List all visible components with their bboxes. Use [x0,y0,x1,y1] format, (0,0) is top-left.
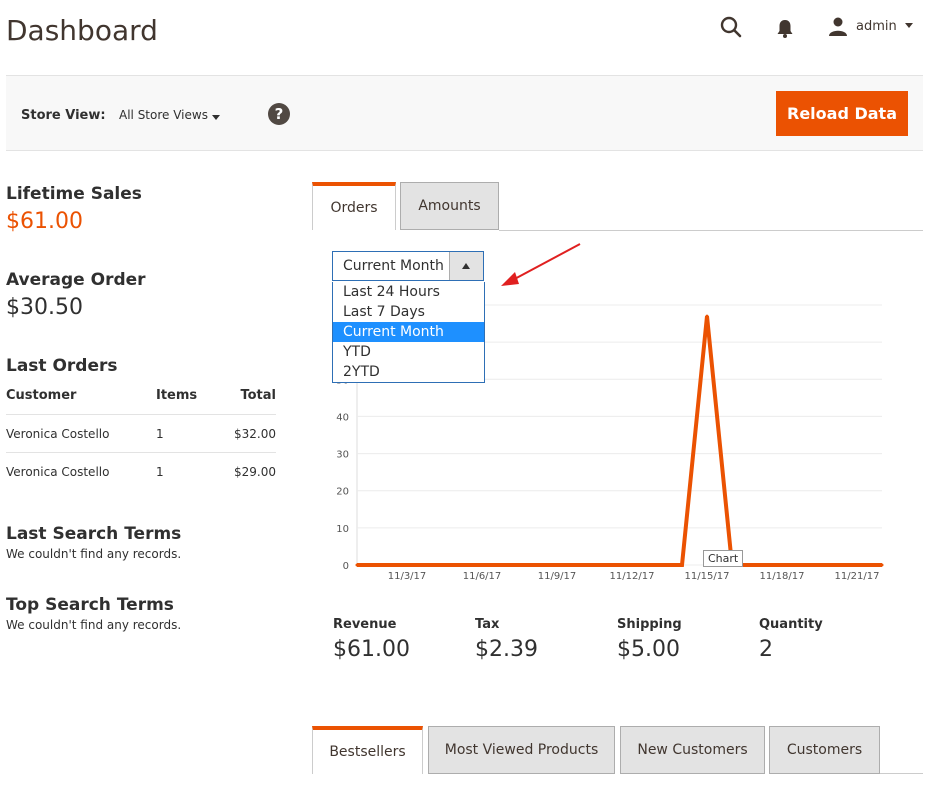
period-option[interactable]: Last 7 Days [333,302,484,322]
chart-data-point [630,563,634,567]
chart-x-tick-label: 11/18/17 [760,571,805,582]
order-customer: Veronica Costello [6,414,156,453]
chart-data-point [605,563,609,567]
tab-bestsellers[interactable]: Bestsellers [312,726,423,774]
period-option[interactable]: 2YTD [333,362,484,382]
totals-shipping-label: Shipping [617,617,682,632]
chart-data-point [580,563,584,567]
chart-data-point [480,563,484,567]
order-total: $32.00 [216,414,276,453]
tabs-divider [499,230,923,231]
order-items: 1 [156,464,164,479]
chart-data-point [505,563,509,567]
arrow-annotation [501,243,581,286]
totals-shipping-value: $5.00 [617,637,680,662]
last-search-terms-title: Last Search Terms [6,524,182,544]
top-search-terms-title: Top Search Terms [6,595,174,615]
period-select-toggle[interactable] [449,252,483,280]
order-items: 1 [156,414,216,453]
totals-quantity-label: Quantity [759,617,823,632]
chart-data-point [880,563,884,567]
chart-data-point [655,563,659,567]
chart-y-tick-label: 0 [343,561,349,572]
chart-data-point [455,563,459,567]
chart-data-point [780,563,784,567]
chart-data-point [405,563,409,567]
chart-data-point [830,563,834,567]
chart-data-point [855,563,859,567]
last-orders-title: Last Orders [6,356,118,376]
store-view-switcher[interactable]: All Store Views [119,108,208,122]
average-order-value: $30.50 [6,295,83,320]
last-search-empty: We couldn't find any records. [6,547,182,561]
chevron-up-icon [462,263,470,269]
period-option[interactable]: Last 24 Hours [333,282,484,302]
chart-x-tick-label: 11/6/17 [463,571,502,582]
chart-data-point [555,563,559,567]
tab-amounts[interactable]: Amounts [400,182,499,230]
chart-data-point [755,563,759,567]
chart-data-point [355,563,359,567]
chart-x-tick-label: 11/9/17 [538,571,577,582]
chart-y-tick-label: 20 [336,487,349,498]
reload-data-button[interactable]: Reload Data [776,91,908,136]
page-title: Dashboard [6,14,158,47]
tab-most-viewed-products[interactable]: Most Viewed Products [428,726,615,774]
admin-username: admin [856,18,897,34]
totals-revenue-value: $61.00 [333,637,410,662]
tab-customers[interactable]: Customers [769,726,880,774]
admin-user-menu[interactable]: admin [828,16,913,36]
chart-y-tick-label: 10 [336,524,349,535]
chevron-down-icon[interactable] [212,115,220,120]
bell-icon[interactable] [771,14,799,42]
chart-y-tick-label: 30 [336,450,349,461]
column-header-total: Total [216,386,276,415]
chart-data-point [680,563,684,567]
period-selected-value: Current Month [343,258,444,274]
totals-tax-value: $2.39 [475,637,538,662]
table-row[interactable]: Veronica Costello 1 $29.00 [6,453,276,491]
chart-x-tick-label: 11/3/17 [388,571,427,582]
tabs-divider [880,773,923,774]
chart-data-point [430,563,434,567]
chart-tooltip: Chart [703,550,744,567]
chart-data-point [380,563,384,567]
tab-orders[interactable]: Orders [312,182,396,230]
last-orders-table: Customer Items Total Veronica Costello 1… [6,386,276,490]
order-customer: Veronica Costello [6,464,110,479]
tab-new-customers[interactable]: New Customers [620,726,765,774]
totals-revenue-label: Revenue [333,617,397,632]
chart-data-point [705,314,709,318]
totals-quantity-value: 2 [759,637,773,662]
period-option-selected[interactable]: Current Month [333,322,484,342]
chevron-down-icon [904,23,913,28]
chart-data-point [805,563,809,567]
store-view-label: Store View: [21,108,106,123]
average-order-label: Average Order [6,270,146,290]
help-icon[interactable]: ? [268,103,290,125]
chart-x-tick-label: 11/12/17 [610,571,655,582]
lifetime-sales-label: Lifetime Sales [6,184,142,204]
chart-x-tick-label: 11/21/17 [835,571,880,582]
period-dropdown[interactable]: Last 24 Hours Last 7 Days Current Month … [332,282,485,383]
user-icon [829,17,847,36]
column-header-items: Items [156,386,216,415]
lifetime-sales-value: $61.00 [6,209,83,234]
chart-y-tick-label: 40 [336,412,349,423]
column-header-customer: Customer [6,386,156,415]
period-select[interactable]: Current Month [332,251,484,281]
table-row[interactable]: Veronica Costello 1 $32.00 [6,414,276,453]
order-total: $29.00 [234,464,276,479]
totals-tax-label: Tax [475,617,500,632]
period-option[interactable]: YTD [333,342,484,362]
chart-data-point [530,563,534,567]
chart-x-tick-label: 11/15/17 [685,571,730,582]
top-search-empty: We couldn't find any records. [6,618,182,632]
search-icon[interactable] [718,14,746,42]
